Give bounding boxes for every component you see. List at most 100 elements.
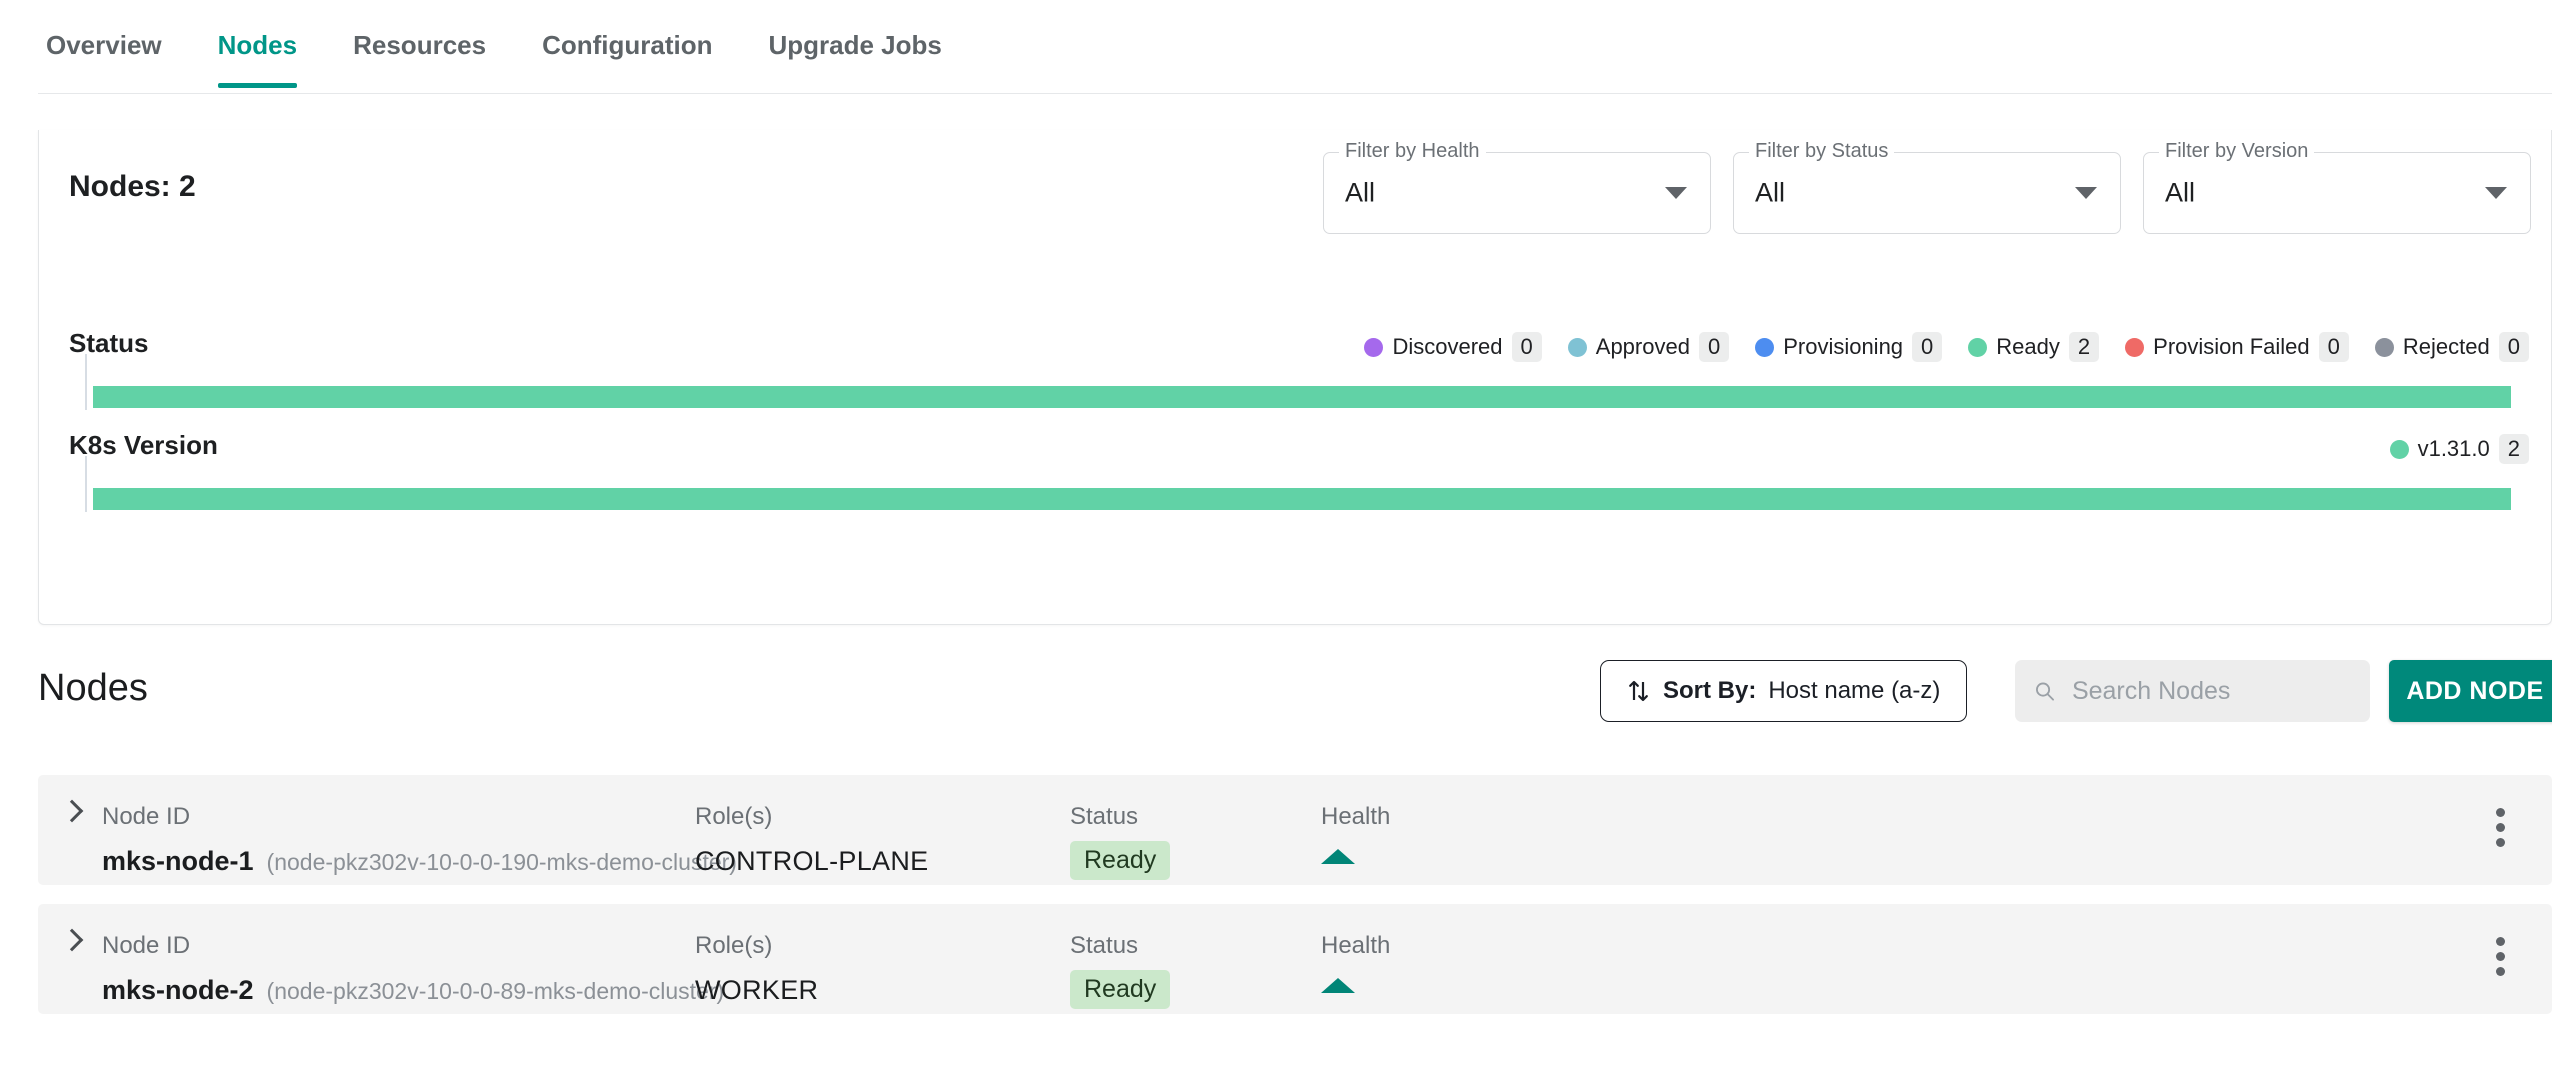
node-role-value: CONTROL-PLANE — [695, 846, 929, 876]
node-fqdn: (node-pkz302v-10-0-0-190-mks-demo-cluste… — [266, 849, 737, 875]
k8s-version-bar-area — [85, 456, 2529, 524]
search-input[interactable] — [2069, 675, 2352, 707]
legend-label: Discovered — [1392, 334, 1503, 359]
filter-by-status-select[interactable]: Filter by Status All — [1733, 140, 2121, 234]
legend-color-dot-icon — [2389, 439, 2409, 459]
status-badge: Ready — [1070, 841, 1171, 880]
k8s-version-chart-title: K8s Version — [69, 430, 218, 460]
expand-row-chevron-icon[interactable] — [60, 799, 84, 823]
nodes-table: Node ID mks-node-1 (node-pkz302v-10-0-0-19… — [38, 775, 2552, 1033]
cell-status: Status Ready — [1070, 904, 1171, 1009]
filter-health-outline — [1323, 152, 1711, 234]
sort-by-label: Sort By: — [1663, 677, 1757, 704]
k8s-version-legend: v1.31.0 2 — [2389, 434, 2529, 464]
filter-health-value: All — [1345, 177, 1376, 208]
legend-color-dot-icon — [1755, 337, 1775, 357]
filter-by-version-select[interactable]: Filter by Version All — [2143, 140, 2531, 234]
cell-node-id: Node ID mks-node-2 (node-pkz302v-10-0-0-89… — [102, 904, 724, 1006]
status-axis-line — [85, 354, 87, 410]
summary-card: Nodes: 2 Filter by Health All Filter by … — [38, 130, 2552, 625]
sort-by-button[interactable]: Sort By: Host name (a-z) — [1600, 660, 1968, 722]
legend-count-badge: 0 — [1698, 332, 1730, 362]
dot — [2496, 823, 2505, 832]
k8s-version-legend-item[interactable]: v1.31.0 2 — [2389, 434, 2529, 464]
chevron-down-icon — [1665, 187, 1687, 199]
legend-color-dot-icon — [1968, 337, 1988, 357]
expand-row-chevron-icon[interactable] — [60, 928, 84, 952]
legend-label: v1.31.0 — [2417, 436, 2490, 461]
status-legend-item[interactable]: Ready 2 — [1968, 332, 2100, 362]
filter-status-label: Filter by Status — [1749, 140, 1895, 162]
legend-color-dot-icon — [2125, 337, 2145, 357]
node-id-value: mks-node-1 (node-pkz302v-10-0-0-190-mks-d… — [102, 829, 737, 877]
filter-version-label: Filter by Version — [2159, 140, 2315, 162]
dot — [2496, 937, 2505, 946]
legend-label: Provision Failed — [2153, 334, 2310, 359]
column-header-health: Health — [1321, 932, 1391, 959]
row-overflow-menu-button[interactable] — [2496, 808, 2505, 847]
legend-label: Provisioning — [1783, 334, 1904, 359]
legend-label: Approved — [1595, 334, 1690, 359]
nodes-page: Overview Nodes Resources Configuration U… — [0, 0, 2552, 1090]
health-up-triangle-icon — [1321, 849, 1355, 864]
tab-upgrade-jobs-label: Upgrade Jobs — [768, 30, 942, 60]
legend-color-dot-icon — [1364, 337, 1384, 357]
filter-status-outline — [1733, 152, 2121, 234]
search-icon — [2036, 682, 2054, 701]
tab-overview-label: Overview — [46, 30, 162, 60]
status-legend: Discovered 0 Approved 0 Provisioning 0 Ready 2 P… — [1364, 332, 2529, 362]
legend-count-badge: 0 — [1511, 332, 1542, 362]
row-overflow-menu-button[interactable] — [2496, 937, 2505, 976]
dot — [2496, 967, 2505, 976]
status-legend-item[interactable]: Rejected 0 — [2374, 332, 2529, 362]
nodes-section-header: Nodes Sort By: Host name (a-z) ADD NODE — [38, 655, 2552, 755]
k8s-version-axis-line — [85, 456, 87, 512]
table-row[interactable]: Node ID mks-node-2 (node-pkz302v-10-0-0-89… — [38, 904, 2552, 1014]
chevron-down-icon — [2485, 187, 2507, 199]
search-nodes-box[interactable] — [2015, 660, 2370, 722]
legend-label: Ready — [1996, 334, 2060, 359]
legend-count-badge: 2 — [2498, 434, 2529, 464]
tab-upgrade-jobs[interactable]: Upgrade Jobs — [769, 0, 942, 87]
legend-label: Rejected — [2402, 334, 2490, 359]
tab-nodes[interactable]: Nodes — [217, 0, 298, 88]
column-header-node-id: Node ID — [102, 803, 191, 830]
filter-by-health-select[interactable]: Filter by Health All — [1323, 140, 1711, 234]
legend-color-dot-icon — [2374, 337, 2394, 357]
legend-count-badge: 0 — [1912, 332, 1943, 362]
legend-count-badge: 0 — [2318, 332, 2349, 362]
tab-configuration-label: Configuration — [542, 30, 713, 60]
cell-roles: Role(s) WORKER — [695, 904, 818, 1006]
status-badge: Ready — [1070, 970, 1171, 1009]
status-legend-item[interactable]: Provisioning 0 — [1755, 332, 1943, 362]
sort-by-value: Host name (a-z) — [1768, 677, 1941, 704]
tab-resources-label: Resources — [353, 30, 487, 60]
table-row[interactable]: Node ID mks-node-1 (node-pkz302v-10-0-0-19… — [38, 775, 2552, 885]
status-legend-item[interactable]: Approved 0 — [1567, 332, 1730, 362]
node-fqdn: (node-pkz302v-10-0-0-89-mks-demo-cluster… — [266, 978, 725, 1004]
sort-icon — [1629, 680, 1648, 702]
dot — [2496, 808, 2505, 817]
column-header-roles: Role(s) — [695, 803, 773, 830]
filter-status-value: All — [1755, 177, 1786, 208]
column-header-health: Health — [1321, 803, 1391, 830]
tab-overview[interactable]: Overview — [46, 0, 162, 87]
dot — [2496, 838, 2505, 847]
tab-nodes-label: Nodes — [217, 30, 298, 60]
tab-resources[interactable]: Resources — [353, 0, 486, 87]
status-legend-item[interactable]: Discovered 0 — [1364, 332, 1542, 362]
status-bar-area — [85, 354, 2529, 422]
tab-configuration[interactable]: Configuration — [542, 0, 712, 87]
dot — [2496, 952, 2505, 961]
filter-version-outline — [2143, 152, 2531, 234]
filter-group: Filter by Health All Filter by Status Al… — [1323, 140, 2531, 234]
cell-health: Health — [1321, 904, 1390, 993]
health-up-triangle-icon — [1321, 978, 1355, 993]
node-hostname: mks-node-1 — [102, 846, 254, 876]
chevron-down-icon — [2075, 187, 2097, 199]
add-node-button[interactable]: ADD NODE — [2389, 660, 2552, 722]
status-legend-item[interactable]: Provision Failed 0 — [2125, 332, 2349, 362]
tab-bar: Overview Nodes Resources Configuration U… — [38, 0, 2552, 94]
status-chart: Status Discovered 0 Approved 0 Provisioning 0… — [39, 328, 2551, 438]
filter-health-label: Filter by Health — [1339, 140, 1486, 162]
